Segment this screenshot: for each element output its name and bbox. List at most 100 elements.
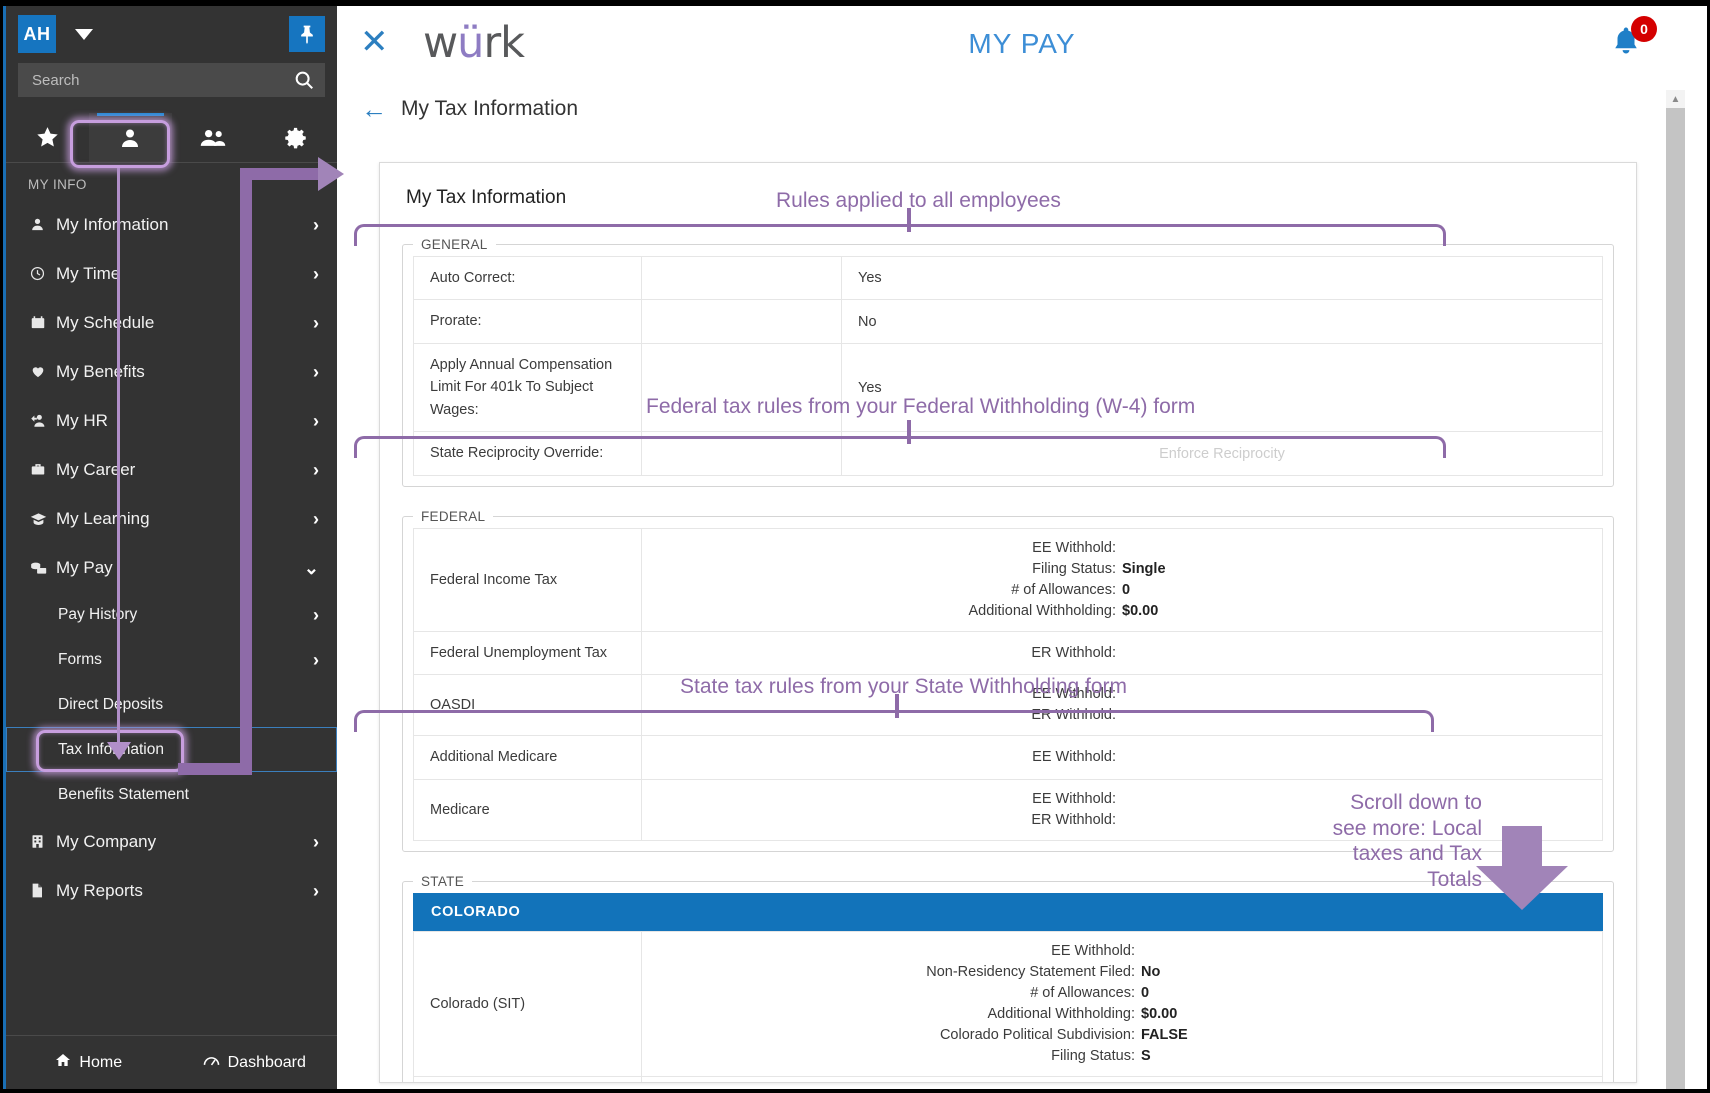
detail-value: $0.00 — [1122, 602, 1159, 619]
chevron-right-icon: › — [313, 649, 319, 670]
detail-value — [1122, 810, 1334, 831]
page-title: MY PAY — [968, 28, 1076, 59]
sidebar-item-label: Direct Deposits — [58, 695, 164, 713]
table-row[interactable]: State Reciprocity Override: Enforce Reci… — [413, 431, 1603, 476]
notification-badge: 0 — [1631, 16, 1657, 42]
row-detail: EE Withhold: — [641, 735, 1603, 780]
sidebar-item-my-learning[interactable]: My Learning › — [6, 494, 337, 543]
table-row[interactable]: OASDI EE Withhold: ER Withhold: — [413, 674, 1603, 737]
sidebar-item-my-schedule[interactable]: My Schedule › — [6, 298, 337, 347]
building-icon — [30, 834, 56, 849]
pin-icon[interactable] — [289, 16, 325, 52]
chevron-right-icon: › — [313, 508, 319, 529]
sidebar-item-my-information[interactable]: My Information › — [6, 200, 337, 249]
detail-value: FALSE — [1141, 1026, 1188, 1043]
main-pane: ✕ würk MY PAY 0 ← My Tax Information My … — [337, 6, 1707, 1089]
sidebar-item-direct-deposits[interactable]: Direct Deposits — [6, 682, 337, 727]
sidebar-user-row: AH — [18, 15, 325, 53]
sidebar-item-pay-history[interactable]: Pay History › — [6, 592, 337, 637]
row-detail: EE Withhold: ER Withhold: — [641, 778, 1603, 841]
row-spacer — [641, 431, 842, 476]
detail-key: EE Withhold: — [1032, 539, 1116, 556]
detail-value — [1122, 538, 1334, 559]
sidebar-item-my-company[interactable]: My Company › — [6, 817, 337, 866]
federal-legend: FEDERAL — [421, 508, 486, 524]
sidebar-item-my-reports[interactable]: My Reports › — [6, 866, 337, 915]
sidebar-item-label: My Schedule — [56, 312, 155, 332]
chevron-down-icon[interactable] — [75, 28, 93, 40]
table-row[interactable]: Apply Annual Compensation Limit For 401k… — [413, 342, 1603, 433]
sidebar-item-my-time[interactable]: My Time › — [6, 249, 337, 298]
avatar[interactable]: AH — [18, 15, 56, 53]
chevron-right-icon: › — [313, 880, 319, 901]
sidebar-tab-my-info[interactable] — [88, 113, 172, 162]
sidebar-tab-settings[interactable] — [254, 113, 337, 162]
sidebar-item-tax-information[interactable]: Tax Information — [6, 727, 337, 772]
row-spacer — [641, 342, 842, 433]
calendar-icon — [30, 315, 56, 330]
chevron-right-icon: › — [313, 312, 319, 333]
row-label: Additional Medicare — [413, 735, 642, 780]
detail-value — [1122, 684, 1334, 705]
detail-value — [1122, 789, 1334, 810]
detail-value: No — [1141, 963, 1161, 980]
table-row[interactable]: Federal Income Tax EE Withhold: Filing S… — [413, 527, 1603, 632]
table-row[interactable]: Colorado Solvency Surcharge — [413, 1075, 1603, 1082]
state-banner-colorado: COLORADO — [413, 892, 1603, 931]
search-input[interactable] — [32, 71, 293, 89]
sidebar-menu: My Information › My Time › My Schedule › — [6, 200, 337, 1035]
state-section: STATE COLORADO Colorado (SIT) EE Withhol… — [402, 873, 1614, 1082]
table-row[interactable]: Federal Unemployment Tax ER Withhold: — [413, 630, 1603, 676]
sidebar-tab-favorites[interactable] — [6, 113, 89, 162]
sidebar-item-benefits-statement[interactable]: Benefits Statement — [6, 772, 337, 817]
scroll-up-arrow-icon[interactable]: ▲ — [1666, 90, 1685, 108]
footer-home-button[interactable]: Home — [6, 1052, 172, 1073]
search-bar[interactable] — [18, 63, 325, 97]
chevron-right-icon: › — [313, 263, 319, 284]
sidebar-item-my-career[interactable]: My Career › — [6, 445, 337, 494]
detail-key: EE Withhold: — [1032, 749, 1116, 766]
breadcrumb: ← My Tax Information — [337, 84, 1707, 134]
sidebar-tab-team[interactable] — [172, 113, 255, 162]
arrow-left-icon[interactable]: ← — [361, 96, 387, 122]
sidebar-item-label: Pay History — [58, 605, 138, 623]
row-label: Auto Correct: — [413, 255, 642, 301]
row-label: Prorate: — [413, 299, 642, 344]
search-icon[interactable] — [293, 69, 315, 91]
table-row[interactable]: Medicare EE Withhold: ER Withhold: — [413, 778, 1603, 841]
sidebar: AH Search MY INFO My Information › My Ti… — [3, 6, 337, 1089]
scrollbar-thumb[interactable] — [1666, 108, 1685, 1089]
table-row[interactable]: Prorate: No — [413, 299, 1603, 344]
detail-value: S — [1141, 1047, 1151, 1064]
row-label: Federal Income Tax — [413, 527, 642, 632]
person-icon — [30, 217, 56, 232]
state-legend: STATE — [421, 873, 465, 889]
table-row[interactable]: Additional Medicare EE Withhold: — [413, 735, 1603, 780]
detail-value — [1141, 941, 1353, 962]
state-table: Colorado (SIT) EE Withhold: Non-Residenc… — [413, 930, 1603, 1082]
sidebar-item-my-pay[interactable]: My Pay ⌄ — [6, 543, 337, 592]
person-icon — [122, 129, 139, 147]
detail-value — [1122, 747, 1334, 768]
detail-key: ER Withhold: — [1031, 644, 1116, 661]
row-label: Medicare — [413, 778, 642, 841]
detail-key: Additional Withholding: — [987, 1005, 1135, 1022]
card-title: My Tax Information — [406, 187, 567, 208]
notifications-button[interactable]: 0 — [1609, 16, 1657, 64]
content-scrollbar[interactable]: ▲ — [1666, 90, 1685, 1089]
top-bar: ✕ würk MY PAY 0 — [337, 6, 1707, 84]
sidebar-item-my-hr[interactable]: My HR › — [6, 396, 337, 445]
row-label: Colorado (SIT) — [413, 930, 642, 1077]
table-row[interactable]: Colorado (SIT) EE Withhold: Non-Residenc… — [413, 930, 1603, 1077]
sidebar-icon-tabs — [6, 113, 337, 163]
detail-value: $0.00 — [1141, 1005, 1178, 1022]
sidebar-item-my-benefits[interactable]: My Benefits › — [6, 347, 337, 396]
footer-dashboard-button[interactable]: Dashboard — [172, 1053, 338, 1072]
detail-key: EE Withhold: — [1032, 790, 1116, 807]
detail-key: # of Allowances: — [1030, 984, 1135, 1001]
sidebar-item-label: Benefits Statement — [58, 785, 189, 803]
sidebar-item-forms[interactable]: Forms › — [6, 637, 337, 682]
gear-icon — [284, 127, 306, 148]
home-icon — [55, 1052, 71, 1073]
table-row[interactable]: Auto Correct: Yes — [413, 255, 1603, 301]
